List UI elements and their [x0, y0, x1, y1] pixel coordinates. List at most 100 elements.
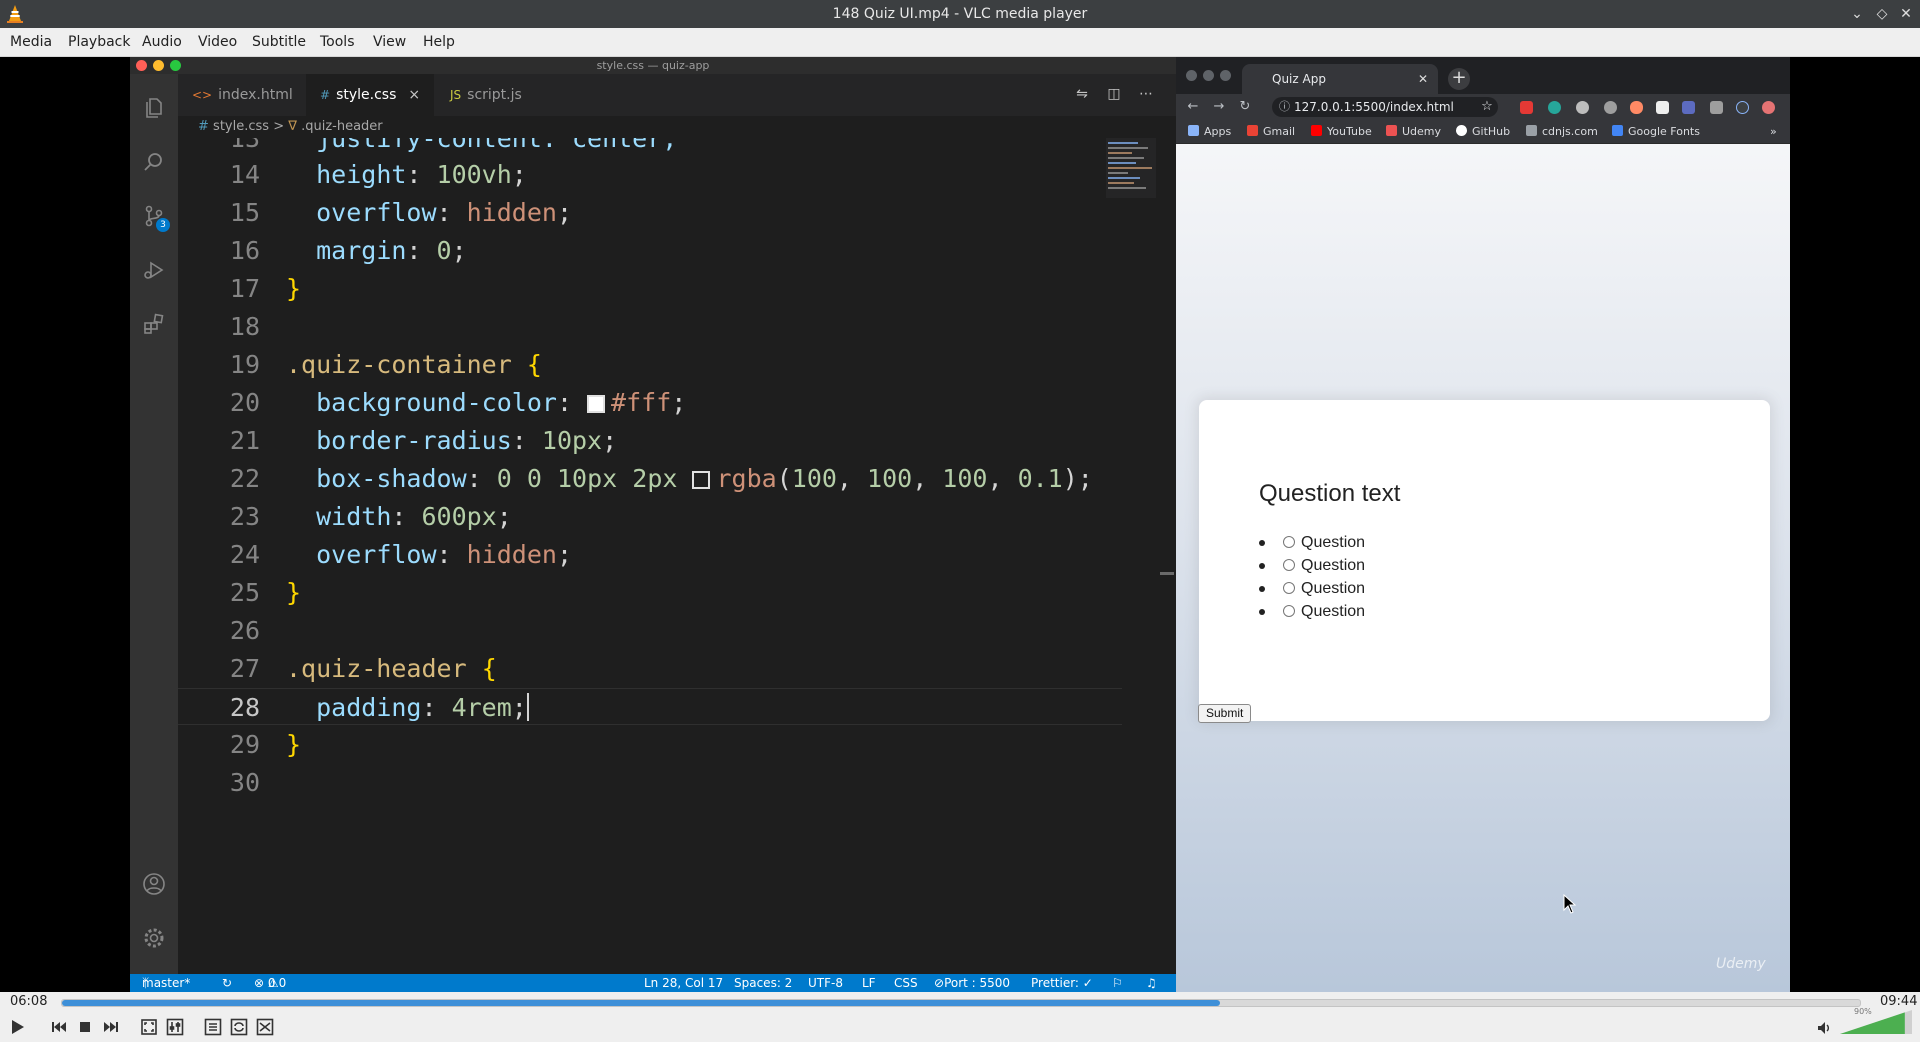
menu-help[interactable]: Help — [423, 34, 455, 50]
answer-option[interactable]: Question — [1259, 554, 1365, 577]
close-dot-icon — [136, 60, 147, 71]
code-line: 25} — [229, 578, 302, 607]
speaker-icon[interactable] — [1816, 1020, 1832, 1036]
code-line: 15 overflow: hidden; — [229, 198, 573, 227]
bookmark-udemy[interactable]: Udemy — [1386, 125, 1441, 138]
breadcrumb-file[interactable]: style.css — [213, 119, 269, 134]
split-editor-icon[interactable]: ◫ — [1104, 86, 1124, 106]
puzzle-icon[interactable] — [1710, 101, 1723, 114]
extensions-icon[interactable] — [142, 312, 166, 336]
bookmark-cdnjs[interactable]: cdnjs.com — [1526, 125, 1598, 138]
settings-gear-icon[interactable] — [142, 926, 166, 950]
extended-settings-button[interactable] — [164, 1016, 186, 1038]
radio-button[interactable] — [1283, 536, 1295, 548]
sync-icon[interactable]: ↻ — [222, 974, 232, 992]
stop-button[interactable] — [74, 1016, 96, 1038]
menu-view[interactable]: View — [373, 34, 406, 50]
address-bar[interactable]: ⓘ 127.0.0.1:5500/index.html — [1272, 97, 1498, 117]
previous-button[interactable] — [48, 1016, 70, 1038]
minimap[interactable] — [1106, 138, 1156, 198]
seek-bar[interactable] — [61, 999, 1861, 1007]
live-server-port[interactable]: ⊘ Port : 5500 — [934, 974, 1010, 992]
extension-icon[interactable] — [1682, 101, 1695, 114]
bookmark-apps[interactable]: Apps — [1188, 125, 1231, 138]
answer-option[interactable]: Question — [1259, 577, 1365, 600]
video-area[interactable]: style.css — quiz-app 3 <> index.html # s… — [0, 57, 1920, 992]
menu-icon[interactable] — [1762, 101, 1775, 114]
code-editor[interactable]: 13 justify-content: center; 14 height: 1… — [178, 138, 1122, 974]
notifications-bell-icon[interactable]: ♫ — [1146, 974, 1157, 992]
answer-option[interactable]: Question — [1259, 600, 1365, 623]
source-control-icon[interactable]: 3 — [142, 204, 170, 232]
extension-icon[interactable] — [1548, 101, 1561, 114]
tab-style-css[interactable]: # style.css × — [306, 74, 435, 116]
radio-button[interactable] — [1283, 605, 1295, 617]
extension-icon[interactable] — [1520, 101, 1533, 114]
fullscreen-button[interactable] — [138, 1016, 160, 1038]
explorer-icon[interactable] — [142, 96, 166, 120]
playlist-button[interactable] — [202, 1016, 224, 1038]
breadcrumb-symbol[interactable]: .quiz-header — [301, 119, 383, 134]
menu-media[interactable]: Media — [10, 34, 52, 50]
browser-tab[interactable]: Quiz App ✕ — [1242, 64, 1438, 94]
seek-progress — [62, 1000, 1220, 1006]
open-changes-icon[interactable]: ⇋ — [1072, 86, 1092, 106]
restore-icon[interactable]: ◇ — [1872, 4, 1892, 24]
loop-button[interactable] — [228, 1016, 250, 1038]
bookmark-youtube[interactable]: YouTube — [1311, 125, 1372, 138]
encoding[interactable]: UTF-8 — [808, 974, 843, 992]
line-ending[interactable]: LF — [862, 974, 876, 992]
bullet-icon — [1259, 586, 1265, 592]
extension-icon[interactable] — [1576, 101, 1589, 114]
feedback-icon[interactable]: ⚐ — [1112, 974, 1123, 992]
play-button[interactable] — [6, 1016, 28, 1038]
account-icon[interactable] — [142, 872, 166, 896]
tab-script-js[interactable]: JS script.js — [436, 74, 536, 116]
menu-video[interactable]: Video — [198, 34, 237, 50]
menu-tools[interactable]: Tools — [320, 34, 355, 50]
bookmark-gmail[interactable]: Gmail — [1247, 125, 1295, 138]
menu-audio[interactable]: Audio — [142, 34, 182, 50]
back-arrow-icon[interactable]: ← — [1184, 98, 1202, 116]
new-tab-plus-icon[interactable]: + — [1448, 68, 1470, 90]
cursor-position[interactable]: Ln 28, Col 17 — [644, 974, 723, 992]
extension-icon[interactable] — [1630, 101, 1643, 114]
run-debug-icon[interactable] — [142, 258, 166, 282]
language-mode[interactable]: CSS — [894, 974, 918, 992]
reload-icon[interactable]: ↻ — [1236, 98, 1254, 116]
code-line: 13 justify-content: center; — [229, 138, 678, 153]
close-icon[interactable]: ✕ — [1896, 4, 1916, 24]
bookmark-star-icon[interactable]: ☆ — [1478, 98, 1496, 116]
problems-indicator[interactable]: ⊗ 0 ⚠ 0 — [254, 974, 286, 992]
bookmark-github[interactable]: GitHub — [1456, 125, 1510, 138]
indentation[interactable]: Spaces: 2 — [734, 974, 792, 992]
more-actions-icon[interactable]: ⋯ — [1136, 86, 1156, 106]
extension-icon[interactable] — [1656, 101, 1669, 114]
forward-arrow-icon[interactable]: → — [1210, 98, 1228, 116]
shuffle-button[interactable] — [254, 1016, 276, 1038]
next-button[interactable] — [100, 1016, 122, 1038]
profile-icon[interactable] — [1736, 101, 1749, 114]
tab-close-icon[interactable]: ✕ — [1418, 64, 1428, 94]
prettier-status[interactable]: Prettier: ✓ — [1031, 974, 1093, 992]
code-line: 30 — [229, 768, 260, 797]
tab-index-html[interactable]: <> index.html — [178, 74, 307, 116]
submit-button[interactable]: Submit — [1198, 704, 1252, 723]
bookmarks-overflow-icon[interactable]: » — [1770, 125, 1777, 138]
bookmark-google-fonts[interactable]: Google Fonts — [1612, 125, 1700, 138]
menu-subtitle[interactable]: Subtitle — [252, 34, 306, 50]
scm-badge: 3 — [156, 218, 170, 232]
radio-button[interactable] — [1283, 559, 1295, 571]
symbol-icon: ∇ — [288, 119, 297, 134]
volume-slider[interactable] — [1840, 1010, 1912, 1034]
extension-icon[interactable] — [1604, 101, 1617, 114]
menu-bar: Media Playback Audio Video Subtitle Tool… — [0, 28, 1920, 57]
radio-button[interactable] — [1283, 582, 1295, 594]
mouse-cursor-icon — [1563, 894, 1577, 914]
menu-playback[interactable]: Playback — [68, 34, 130, 50]
search-icon[interactable] — [142, 150, 166, 174]
minimize-icon[interactable]: ⌄ — [1847, 4, 1867, 24]
scrollbar-thumb[interactable] — [1160, 572, 1174, 575]
tab-close-icon[interactable]: × — [408, 87, 420, 103]
answer-option[interactable]: Question — [1259, 531, 1365, 554]
